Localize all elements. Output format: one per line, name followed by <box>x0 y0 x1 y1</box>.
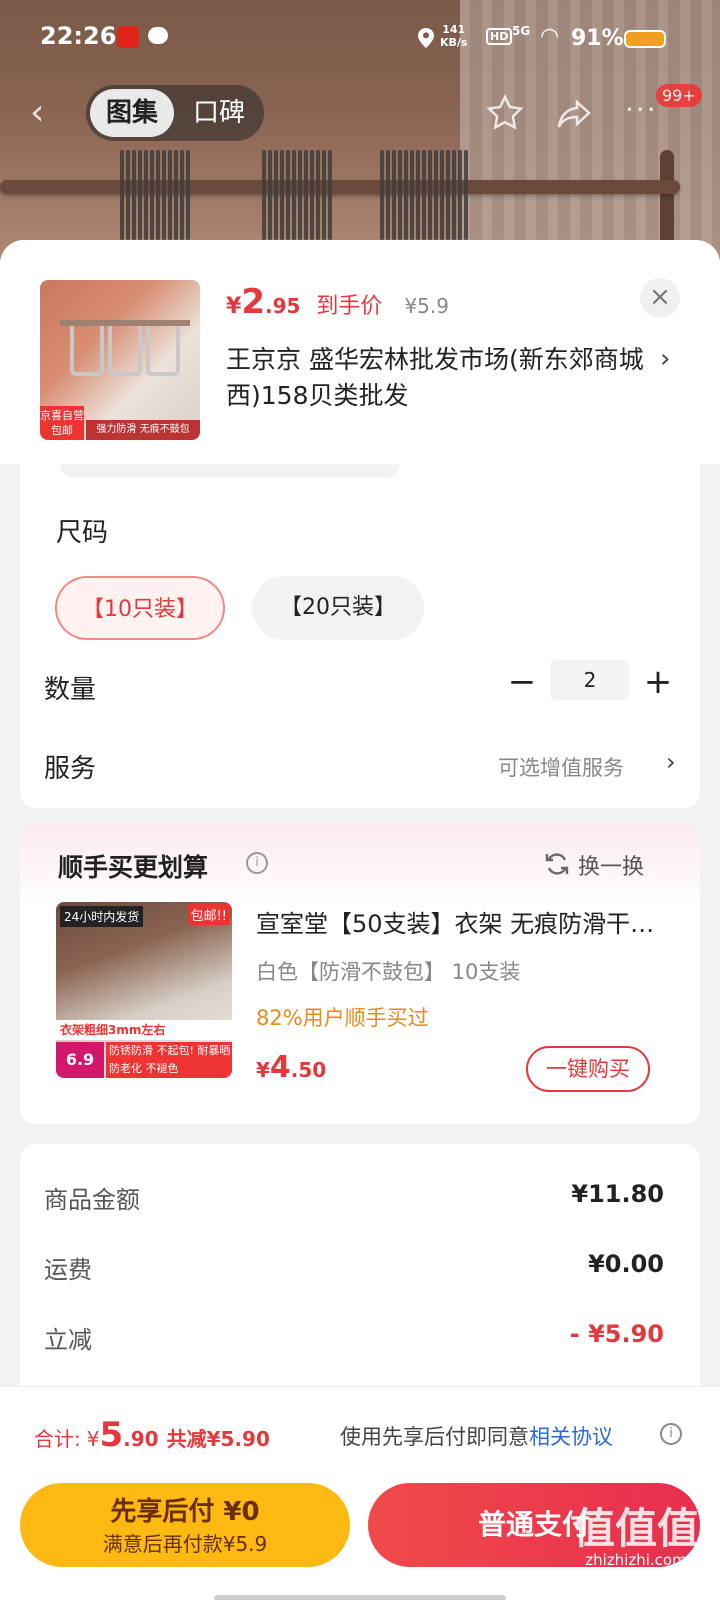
total-label: 合计: <box>34 1427 81 1451</box>
service-hint[interactable]: 可选增值服务 <box>498 752 624 782</box>
thumb-hanger <box>146 326 180 376</box>
summary-label: 立减 <box>44 1326 92 1354</box>
hidden-option-peek <box>60 464 400 478</box>
size-option-10[interactable]: 【10只装】 <box>55 576 225 640</box>
tab-reviews[interactable]: 口碑 <box>178 89 260 137</box>
home-indicator[interactable] <box>214 1595 506 1600</box>
favorite-star-icon[interactable] <box>485 93 525 133</box>
quantity-input[interactable]: 2 <box>550 660 630 700</box>
product-thumbnail[interactable]: 京喜自营 包邮 强力防滑 无痕不鼓包 <box>40 280 200 440</box>
upsell-card: 顺手买更划算 i 换一换 24小时内发货 包邮!! 衣架粗细3mm左右 6.9 … <box>20 824 700 1124</box>
upsell-product-spec: 白色【防滑不鼓包】 10支装 <box>256 960 521 984</box>
agreement-prefix: 使用先享后付即同意 <box>340 1425 529 1449</box>
share-icon[interactable] <box>555 94 595 134</box>
refresh-icon[interactable] <box>544 851 570 877</box>
summary-label: 商品金额 <box>44 1186 140 1214</box>
pay-later-subtitle: 满意后再付款¥5.9 <box>102 1532 268 1556</box>
img-text-free-ship: 包邮!! <box>187 904 230 925</box>
size-title: 尺码 <box>56 518 109 548</box>
checkout-bar: 合计: ¥ 5 .90 共减¥5.90 使用先享后付即同意相关协议 i 先享后付… <box>0 1386 720 1600</box>
one-click-buy-button[interactable]: 一键购买 <box>526 1046 650 1092</box>
summary-value: ¥11.80 <box>571 1180 664 1208</box>
total-currency: ¥ <box>86 1427 100 1451</box>
size-option-20[interactable]: 【20只装】 <box>252 576 424 640</box>
battery-percent: 91% <box>571 26 624 51</box>
price-integer: 2 <box>241 282 265 322</box>
summary-value: ¥0.00 <box>588 1250 664 1278</box>
original-price: ¥5.9 <box>404 294 449 318</box>
site-watermark: 值值值 zhizhizhi.com <box>566 1504 706 1570</box>
thumb-hanger <box>108 326 142 376</box>
signal-icon: 5G <box>512 24 531 38</box>
summary-row-shipping: 运费 ¥0.00 <box>44 1250 664 1290</box>
total-discount: 共减¥5.90 <box>166 1427 270 1451</box>
chevron-right-icon[interactable]: › <box>660 344 670 374</box>
upsell-product-name[interactable]: 宣室堂【50支装】衣架 无痕防滑干湿两用 <box>256 904 656 939</box>
hanger-group <box>380 150 468 240</box>
status-bar: 22:26 141 KB/s HD 5G ◠ 91% <box>0 0 720 76</box>
thumb-feature-tag: 强力防滑 无痕不鼓包 <box>86 420 200 440</box>
hanger-group <box>262 150 332 240</box>
watermark-url: zhizhizhi.com <box>585 1551 687 1569</box>
hanger-group <box>120 150 190 240</box>
quantity-plus-button[interactable]: + <box>640 662 676 702</box>
total-decimal: .90 <box>123 1427 159 1451</box>
wifi-icon: ◠ <box>540 24 560 49</box>
battery-icon <box>624 30 666 48</box>
summary-row-goods: 商品金额 ¥11.80 <box>44 1180 664 1220</box>
watermark-logo: 值值值 <box>572 1504 699 1553</box>
message-icon <box>148 27 168 44</box>
gallery-tabs: 图集 口碑 <box>86 85 264 141</box>
upsell-buy-rate: 82%用户顺手买过 <box>256 1006 429 1030</box>
pay-later-title: 先享后付 ¥0 <box>110 1497 260 1527</box>
thumb-shipping-tag: 京喜自营 包邮 <box>40 406 84 440</box>
upsell-title: 顺手买更划算 <box>58 853 209 882</box>
img-text-shipping: 24小时内发货 <box>60 906 144 927</box>
clock: 22:26 <box>40 22 117 50</box>
pay-later-button[interactable]: 先享后付 ¥0 满意后再付款¥5.9 <box>20 1483 350 1567</box>
quantity-label: 数量 <box>44 675 97 705</box>
tab-gallery[interactable]: 图集 <box>90 89 174 137</box>
summary-row-discount: 立减 - ¥5.90 <box>44 1320 664 1360</box>
notification-badge: 99+ <box>656 84 702 107</box>
location-icon <box>418 28 434 48</box>
app-notification-icon <box>117 26 139 48</box>
quantity-minus-button[interactable]: − <box>504 662 540 702</box>
agreement-link[interactable]: 相关协议 <box>529 1425 613 1449</box>
info-icon[interactable]: i <box>660 1423 682 1445</box>
chevron-right-icon[interactable]: › <box>666 748 676 776</box>
price-row: ¥ 2 .95 到手价 ¥5.9 <box>226 282 449 322</box>
upsell-price: ¥ 4 .50 <box>256 1050 326 1085</box>
price-currency: ¥ <box>226 294 242 319</box>
summary-value: - ¥5.90 <box>569 1320 664 1348</box>
info-icon[interactable]: i <box>246 852 268 874</box>
img-text-spec: 衣架粗细3mm左右 <box>56 1020 232 1040</box>
summary-label: 运费 <box>44 1256 92 1284</box>
price-decimal: .95 <box>264 294 301 318</box>
img-text-price: 6.9 <box>56 1042 104 1078</box>
order-total: 合计: ¥ 5 .90 共减¥5.90 <box>34 1415 270 1455</box>
total-integer: 5 <box>99 1415 124 1455</box>
upsell-price-decimal: .50 <box>290 1058 327 1082</box>
shop-name[interactable]: 王京京 盛华宏林批发市场(新东郊商城西)158贝类批发 <box>226 342 646 414</box>
rack-rail <box>0 180 680 194</box>
options-card: 尺码 【10只装】 【20只装】 数量 − 2 + 服务 可选增值服务 › <box>20 464 700 808</box>
product-header: 京喜自营 包邮 强力防滑 无痕不鼓包 ¥ 2 .95 到手价 ¥5.9 × 王京… <box>0 240 720 464</box>
close-button[interactable]: × <box>640 278 680 318</box>
refresh-button[interactable]: 换一换 <box>578 849 644 881</box>
upsell-price-integer: 4 <box>269 1050 291 1085</box>
agreement-text: 使用先享后付即同意相关协议 <box>340 1421 613 1451</box>
img-text-features: 防锈防滑 不起包! 耐暴晒 防老化 不褪色 <box>106 1042 232 1078</box>
service-label: 服务 <box>44 754 97 784</box>
final-price-label: 到手价 <box>316 294 383 319</box>
back-arrow-icon[interactable]: ‹ <box>30 92 66 133</box>
price-summary: 商品金额 ¥11.80 运费 ¥0.00 立减 - ¥5.90 <box>20 1144 700 1404</box>
thumb-hanger <box>70 326 104 376</box>
upsell-price-currency: ¥ <box>256 1058 270 1082</box>
net-speed: 141 KB/s <box>440 23 468 49</box>
upsell-product-image[interactable]: 24小时内发货 包邮!! 衣架粗细3mm左右 6.9 防锈防滑 不起包! 耐暴晒… <box>56 902 232 1078</box>
hd-icon: HD <box>486 28 513 45</box>
